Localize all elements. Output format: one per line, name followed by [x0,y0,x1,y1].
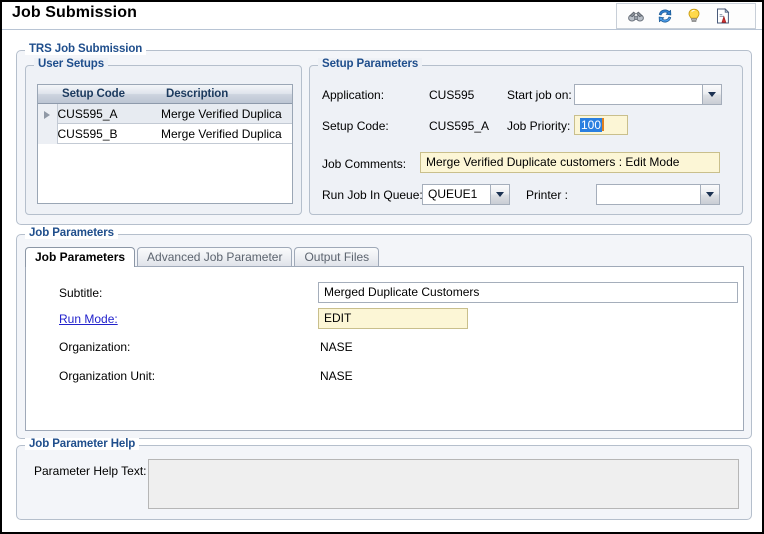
row-marker-cell [38,103,58,124]
run-job-in-queue-value: QUEUE1 [428,187,478,201]
row-indicator-icon [44,110,51,119]
row-marker-cell [38,123,58,144]
subtitle-label: Subtitle: [59,286,103,300]
job-priority-value: 100 [580,118,603,132]
application-value: CUS595 [429,88,475,102]
table-row[interactable]: CUS595_B Merge Verified Duplica [38,123,292,144]
job-comments-value: Merge Verified Duplicate customers : Edi… [426,155,680,169]
user-setups-group: User Setups Setup Code Description CUS59… [25,58,302,215]
header-label-setup-code: Setup Code [62,88,125,100]
setup-parameters-legend: Setup Parameters [318,58,423,70]
printer-dropdown-button[interactable] [700,185,719,204]
printer-dropdown[interactable] [596,184,720,205]
job-parameters-tabs: Job Parameters Advanced Job Parameter Ou… [25,247,380,267]
start-job-on-value [575,85,702,104]
cell-setup-code: CUS595_B [57,123,161,144]
page-title: Job Submission [12,4,137,21]
job-parameters-legend: Job Parameters [25,227,118,239]
title-bar: Job Submission [2,2,762,30]
subtitle-input[interactable]: Merged Duplicate Customers [318,282,738,303]
parameter-help-text-value [149,460,738,466]
tab-job-parameters[interactable]: Job Parameters [25,247,136,267]
text-caret [602,118,605,131]
setup-code-label: Setup Code: [322,119,389,133]
toolbar [616,3,756,29]
refresh-icon[interactable] [656,7,674,25]
trs-job-submission-group: TRS Job Submission User Setups Setup Cod… [16,43,752,225]
organization-label: Organization: [59,340,131,354]
report-document-icon[interactable] [714,7,732,25]
trs-group-legend: TRS Job Submission [25,43,147,55]
run-mode-link[interactable]: Run Mode: [59,312,118,326]
start-job-on-dropdown[interactable] [574,84,722,105]
subtitle-value: Merged Duplicate Customers [324,285,480,299]
setup-parameters-group: Setup Parameters Application: CUS595 Set… [309,58,743,215]
job-parameters-tab-panel: Subtitle: Merged Duplicate Customers Run… [25,266,744,431]
cell-description: Merge Verified Duplica [161,123,292,144]
cell-setup-code: CUS595_A [57,103,161,124]
table-row[interactable]: CUS595_A Merge Verified Duplica [38,103,292,124]
parameter-help-text-label: Parameter Help Text: [34,464,147,478]
table-header-marker [38,85,57,104]
start-job-on-dropdown-button[interactable] [702,85,721,104]
header-label-description: Description [166,88,229,100]
job-priority-label: Job Priority: [507,119,571,133]
cell-description: Merge Verified Duplica [161,103,292,124]
chevron-down-icon [708,92,716,97]
chevron-down-icon [706,192,714,197]
tab-advanced-job-parameter[interactable]: Advanced Job Parameter [137,247,293,267]
organization-unit-label: Organization Unit: [59,369,156,383]
job-parameter-help-group: Job Parameter Help Parameter Help Text: [16,438,752,520]
job-comments-input[interactable]: Merge Verified Duplicate customers : Edi… [420,152,720,173]
user-setups-table[interactable]: Setup Code Description CUS595_A Merge Ve… [37,84,293,204]
chevron-down-icon [496,192,504,197]
parameter-help-text-area[interactable] [148,459,739,509]
table-header-row: Setup Code Description [38,85,292,104]
table-header-description[interactable]: Description [161,85,292,104]
run-job-in-queue-label: Run Job In Queue: [322,188,423,202]
run-mode-value: EDIT [324,311,352,325]
job-parameter-help-legend: Job Parameter Help [25,438,140,450]
binoculars-icon[interactable] [627,7,645,25]
printer-label: Printer : [526,188,569,202]
run-job-in-queue-dropdown[interactable]: QUEUE1 [422,184,510,205]
table-header-setup-code[interactable]: Setup Code [57,85,161,104]
organization-value: NASE [320,340,353,354]
job-parameters-group: Job Parameters Job Parameters Advanced J… [16,227,752,439]
application-label: Application: [322,88,385,102]
lightbulb-icon[interactable] [685,7,703,25]
printer-value [597,185,700,204]
run-job-in-queue-dropdown-button[interactable] [490,185,509,204]
setup-code-value: CUS595_A [429,119,490,133]
job-priority-input[interactable]: 100 [574,115,628,135]
job-submission-window: Job Submission TRS Job Submission User S… [0,0,764,534]
user-setups-legend: User Setups [34,58,109,70]
tab-output-files[interactable]: Output Files [294,247,380,267]
start-job-on-label: Start job on: [507,88,572,102]
run-mode-input[interactable]: EDIT [318,308,468,329]
organization-unit-value: NASE [320,369,353,383]
job-comments-label: Job Comments: [322,157,407,171]
